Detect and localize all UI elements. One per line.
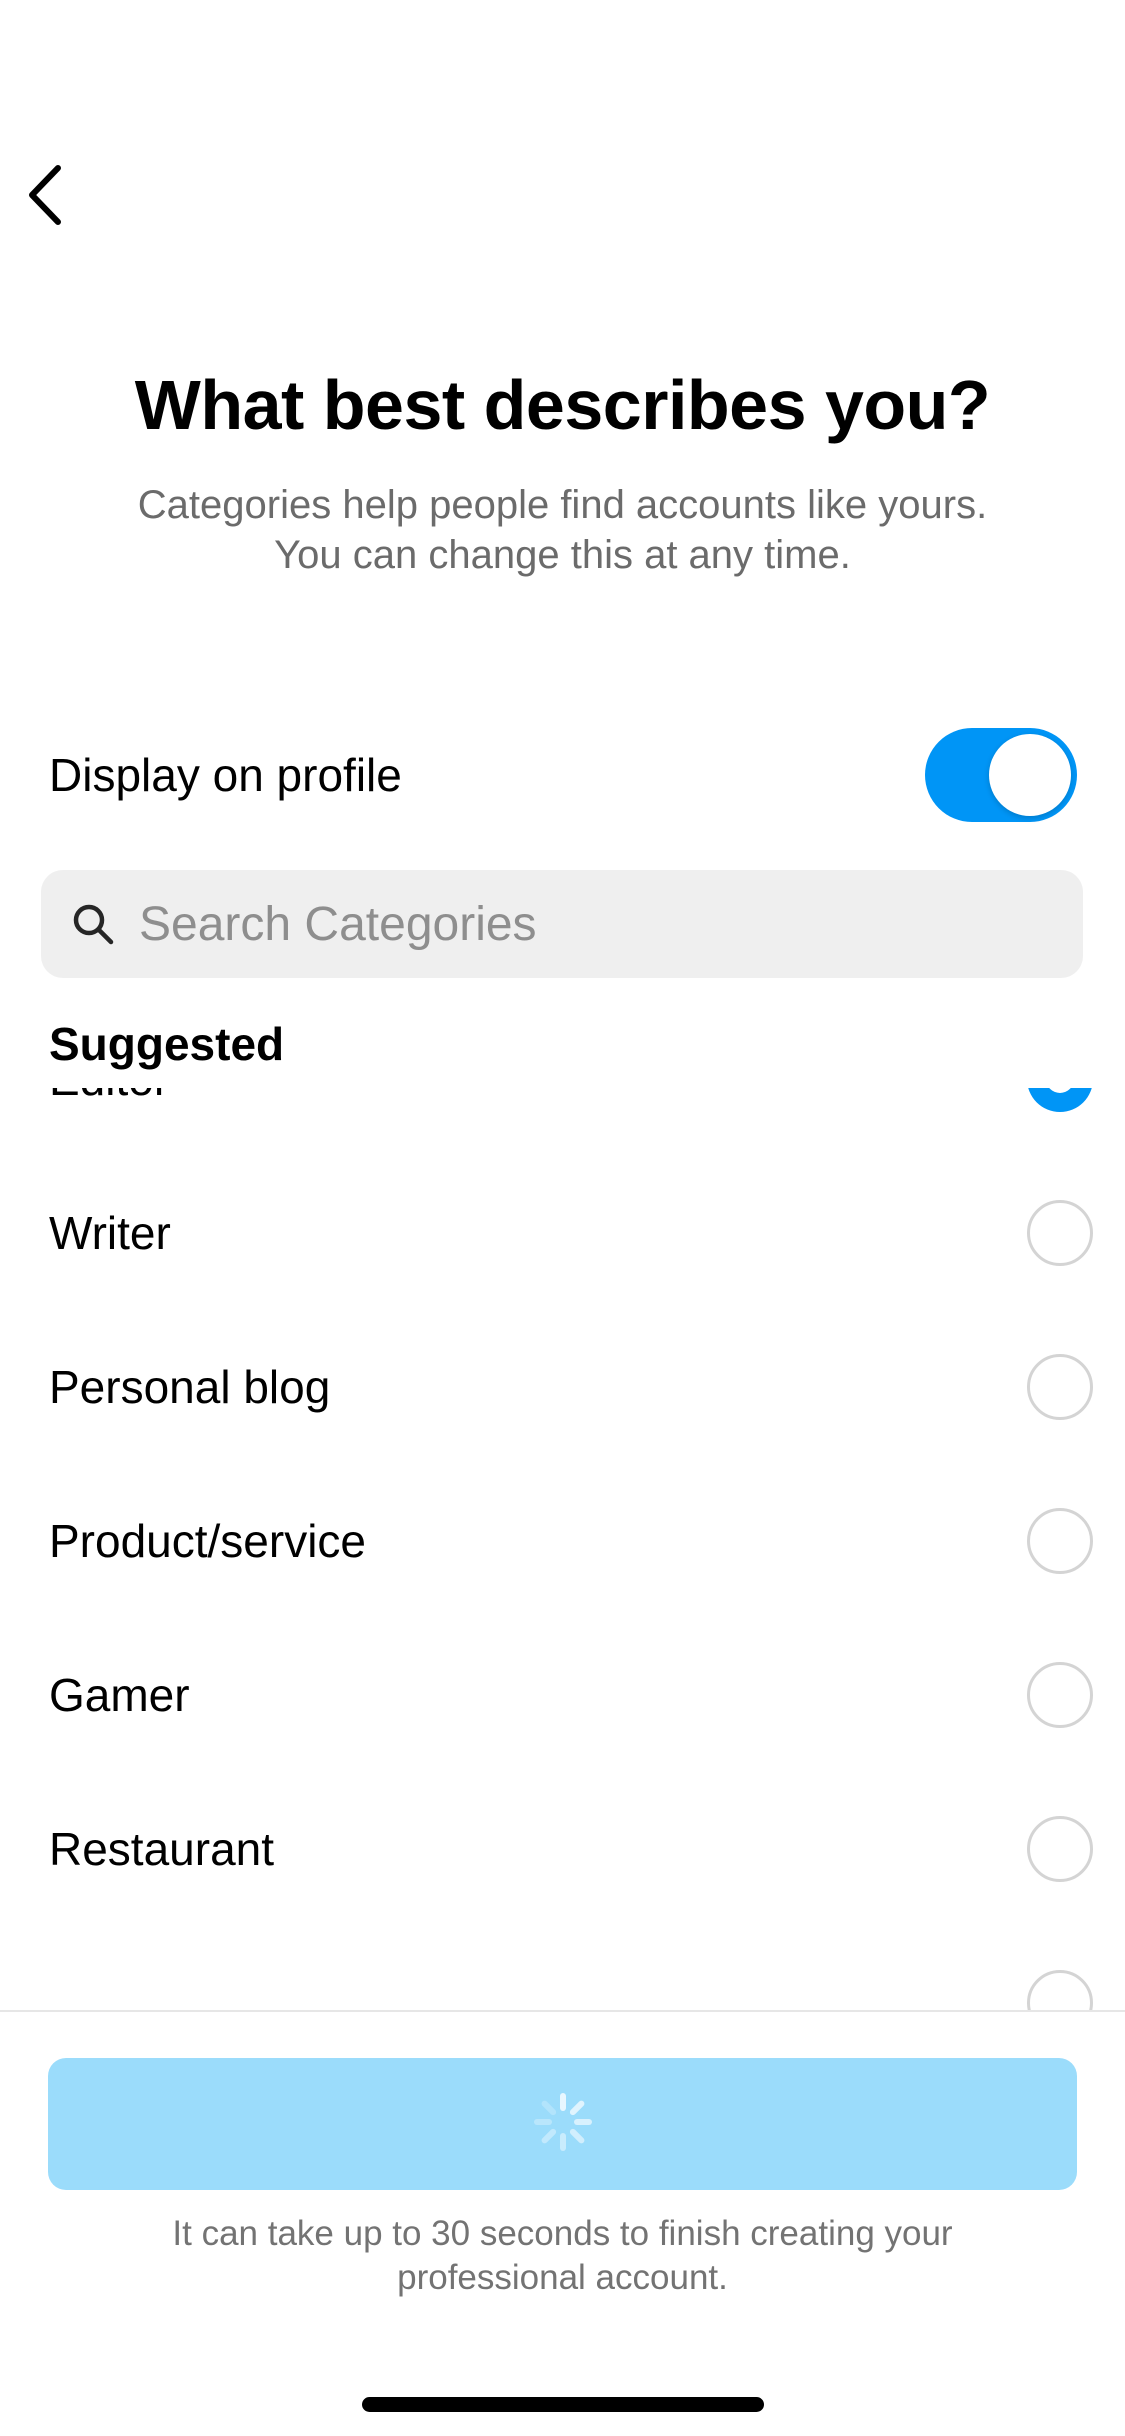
footer-note: It can take up to 30 seconds to finish c… xyxy=(172,2214,953,2297)
display-on-profile-label: Display on profile xyxy=(49,749,402,801)
create-account-button[interactable] xyxy=(48,2058,1077,2190)
category-label: Editor xyxy=(49,1088,169,1107)
search-input[interactable] xyxy=(139,896,1039,952)
display-on-profile-row: Display on profile xyxy=(49,720,1077,830)
display-on-profile-toggle[interactable] xyxy=(925,728,1077,822)
category-item-writer[interactable]: Writer xyxy=(0,1156,1125,1310)
category-list[interactable]: Editor Writer Personal blog Product/serv… xyxy=(0,1088,1125,2010)
radio-unselected-icon[interactable] xyxy=(1027,1970,1093,2010)
back-button[interactable] xyxy=(14,160,74,234)
category-item-editor[interactable]: Editor xyxy=(0,1088,1125,1156)
page-subtitle: Categories help people find accounts lik… xyxy=(60,480,1065,580)
toggle-knob xyxy=(989,734,1071,816)
category-label: Writer xyxy=(49,1207,171,1259)
home-indicator[interactable] xyxy=(362,2397,764,2412)
category-label: Restaurant xyxy=(49,1823,275,1875)
radio-unselected-icon[interactable] xyxy=(1027,1662,1093,1728)
section-title-suggested: Suggested xyxy=(49,1018,285,1070)
page-title: What best describes you? xyxy=(134,366,991,444)
radio-unselected-icon[interactable] xyxy=(1027,1508,1093,1574)
radio-unselected-icon[interactable] xyxy=(1027,1354,1093,1420)
subtitle-line-1: Categories help people find accounts lik… xyxy=(137,483,988,527)
category-item-restaurant[interactable]: Restaurant xyxy=(0,1772,1125,1926)
radio-unselected-icon[interactable] xyxy=(1027,1200,1093,1266)
chevron-left-icon xyxy=(22,162,66,233)
radio-unselected-icon[interactable] xyxy=(1027,1816,1093,1882)
category-label: Gamer xyxy=(49,1669,190,1721)
category-item-personal-blog[interactable]: Personal blog xyxy=(0,1310,1125,1464)
search-bar[interactable] xyxy=(41,870,1083,978)
category-item-product-service[interactable]: Product/service xyxy=(0,1464,1125,1618)
search-icon xyxy=(71,902,115,946)
radio-selected-icon[interactable] xyxy=(1027,1088,1093,1112)
category-label: Product/service xyxy=(49,1515,367,1567)
footer: It can take up to 30 seconds to finish c… xyxy=(0,2012,1125,2436)
category-label: Personal blog xyxy=(49,1361,331,1413)
category-item-partial[interactable] xyxy=(0,1926,1125,2010)
category-item-gamer[interactable]: Gamer xyxy=(0,1618,1125,1772)
subtitle-line-2: You can change this at any time. xyxy=(274,533,851,577)
loading-spinner-icon xyxy=(531,2090,595,2159)
